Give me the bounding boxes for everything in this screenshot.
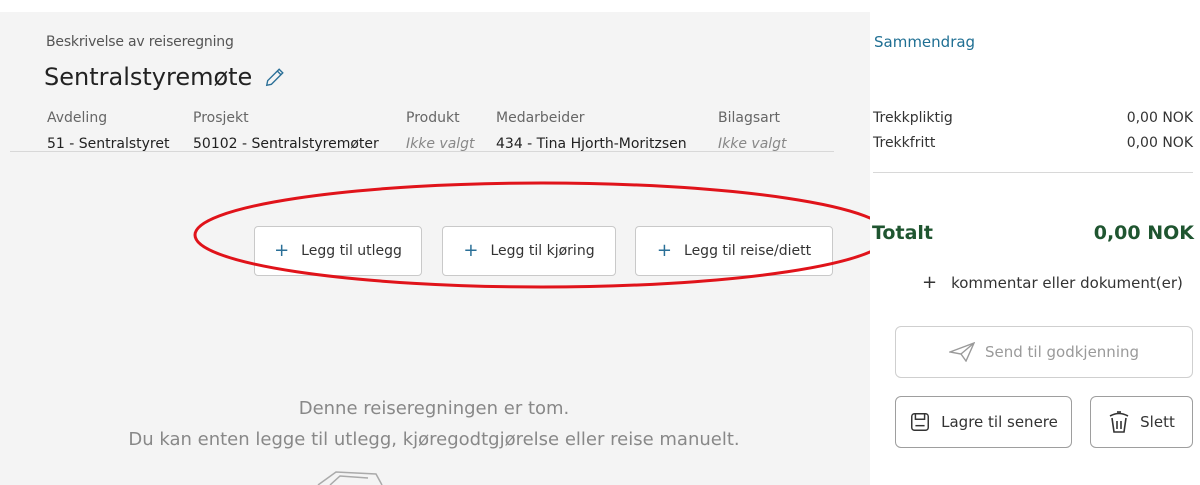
field-label: Avdeling bbox=[47, 110, 108, 126]
field-value: Ikke valgt bbox=[406, 136, 475, 152]
field-value: 434 - Tina Hjorth-Moritzsen bbox=[496, 136, 687, 152]
paper-plane-icon bbox=[948, 342, 975, 362]
field-label: Bilagsart bbox=[718, 110, 780, 126]
main-content: Beskrivelse av reiseregning Sentralstyre… bbox=[0, 0, 1200, 485]
send-label: Send til godkjenning bbox=[984, 343, 1140, 361]
total-label: Totalt bbox=[872, 222, 933, 244]
field-employee: Medarbeider 434 - Tina Hjorth-Moritzsen bbox=[496, 110, 687, 152]
taxfree-value: 0,00 NOK bbox=[1126, 135, 1193, 151]
total-value: 0,00 NOK bbox=[1093, 222, 1194, 244]
field-product: Produkt Ikke valgt bbox=[406, 110, 475, 152]
pencil-icon[interactable] bbox=[264, 66, 286, 88]
taxfree-label: Trekkfritt bbox=[873, 135, 936, 151]
field-label: Prosjekt bbox=[193, 110, 249, 126]
annotation-ellipse bbox=[193, 181, 891, 289]
summary-row-taxable: Trekkpliktig 0,00 NOK bbox=[873, 110, 1193, 126]
summary-row-taxfree: Trekkfritt 0,00 NOK bbox=[873, 135, 1193, 151]
add-comment-label: kommentar eller dokument(er) bbox=[951, 273, 1183, 292]
delete-label: Slett bbox=[1140, 413, 1175, 431]
empty-state-description: Du kan enten legge til utlegg, kjøregodt… bbox=[128, 429, 740, 450]
summary-total: Totalt 0,00 NOK bbox=[872, 222, 1194, 244]
divider bbox=[10, 151, 834, 152]
delete-button[interactable]: Slett bbox=[1090, 396, 1193, 448]
field-project: Prosjekt 50102 - Sentralstyremøter bbox=[193, 110, 379, 152]
field-department: Avdeling 51 - Sentralstyret bbox=[47, 110, 169, 152]
description-label: Beskrivelse av reiseregning bbox=[46, 34, 234, 50]
taxable-value: 0,00 NOK bbox=[1126, 110, 1193, 126]
summary-title: Sammendrag bbox=[874, 33, 976, 51]
taxable-label: Trekkpliktig bbox=[873, 110, 953, 126]
field-label: Produkt bbox=[406, 110, 460, 126]
trash-icon bbox=[1109, 411, 1129, 433]
save-label: Lagre til senere bbox=[941, 413, 1058, 431]
field-label: Medarbeider bbox=[496, 110, 585, 126]
empty-state-title: Denne reiseregningen er tom. bbox=[298, 398, 570, 419]
field-value: 50102 - Sentralstyremøter bbox=[193, 136, 379, 152]
field-value: 51 - Sentralstyret bbox=[47, 136, 170, 152]
report-title: Sentralstyremøte bbox=[44, 63, 286, 91]
floppy-disk-icon bbox=[911, 413, 930, 431]
plus-icon: + bbox=[922, 272, 938, 293]
empty-illustration-icon bbox=[317, 471, 383, 485]
add-comment-button[interactable]: + kommentar eller dokument(er) bbox=[922, 272, 1183, 293]
field-voucher-type: Bilagsart Ikke valgt bbox=[718, 110, 787, 152]
send-for-approval-button[interactable]: Send til godkjenning bbox=[895, 326, 1193, 378]
save-for-later-button[interactable]: Lagre til senere bbox=[895, 396, 1072, 448]
field-value: Ikke valgt bbox=[718, 136, 787, 152]
summary-divider bbox=[873, 172, 1193, 173]
report-title-text: Sentralstyremøte bbox=[44, 63, 253, 91]
